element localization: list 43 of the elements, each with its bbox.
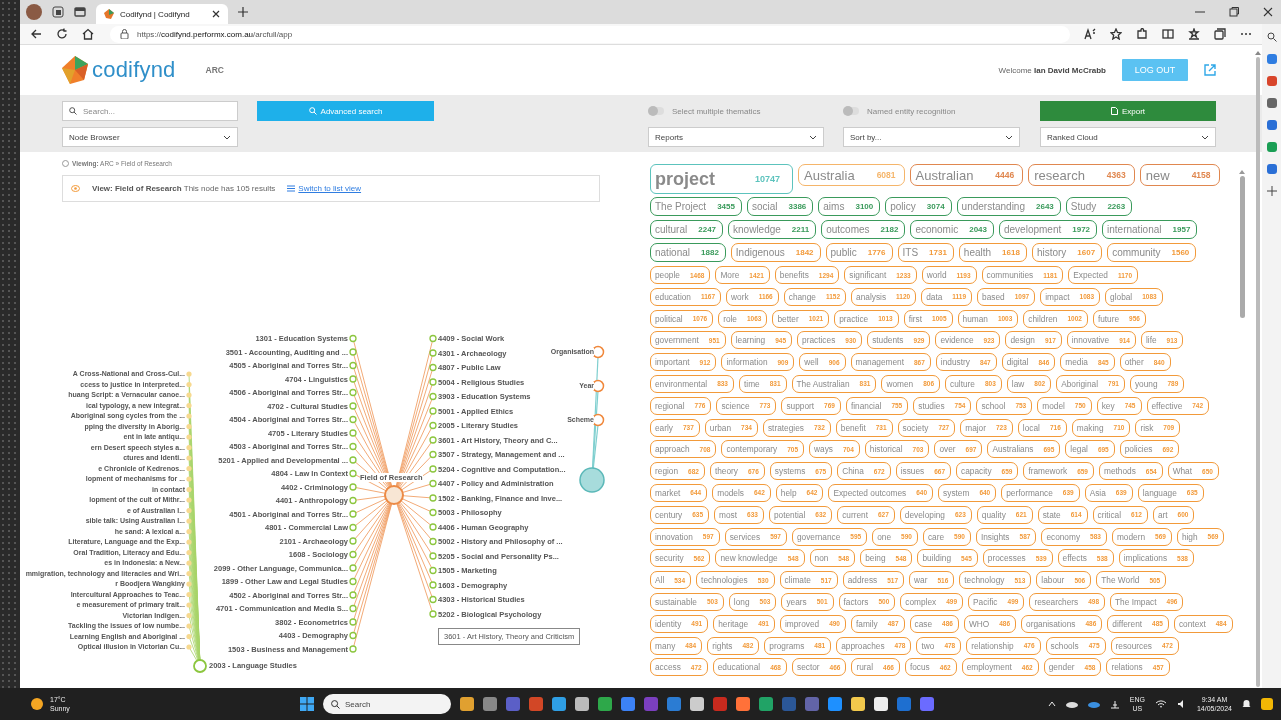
- keyword-tag[interactable]: international 1957: [1102, 220, 1198, 239]
- keyword-tag[interactable]: Australia 6081: [798, 164, 905, 186]
- logo-text: codifynd: [92, 57, 176, 83]
- node-browser-select[interactable]: Node Browser: [62, 127, 238, 147]
- keyword-tag[interactable]: ITS 1731: [897, 243, 954, 262]
- keyword-tag[interactable]: knowledge 2211: [728, 220, 817, 239]
- toggle-label: Named entity recognition: [867, 106, 956, 116]
- keyword-tag[interactable]: project 10747: [650, 164, 794, 194]
- keyword-tag[interactable]: health 1618: [958, 243, 1027, 262]
- logout-button[interactable]: LOG OUT: [1122, 59, 1188, 81]
- keyword-tag[interactable]: economic 2043: [910, 220, 994, 239]
- keyword-tag[interactable]: new 4158: [1139, 164, 1220, 186]
- keyword-tag[interactable]: research 4363: [1028, 164, 1135, 186]
- keyword-tag[interactable]: Australian 4446: [909, 164, 1024, 186]
- keyword-tag[interactable]: history 1607: [1031, 243, 1103, 262]
- welcome-text: Welcome Ian David McCrabb: [998, 65, 1106, 75]
- keyword-tag[interactable]: policy 3074: [885, 197, 952, 216]
- export-button[interactable]: Export: [1040, 101, 1216, 121]
- tab-title: Codifynd | Codifynd: [120, 9, 191, 19]
- view-info-text: View: Field of Research This node has 105 results: [92, 184, 276, 193]
- keyword-tag[interactable]: The Project 3455: [650, 197, 742, 216]
- keyword-tag[interactable]: social 3386: [746, 197, 814, 216]
- view-mode-select[interactable]: Ranked Cloud: [1040, 127, 1216, 147]
- browser-tab[interactable]: Codifynd | Codifynd: [96, 4, 228, 24]
- keyword-tag[interactable]: Study 2263: [1065, 197, 1133, 216]
- keyword-tag[interactable]: public 1776: [825, 243, 893, 262]
- keyword-tag[interactable]: cultural 2247: [650, 220, 724, 239]
- keyword-tag[interactable]: community 1560: [1107, 243, 1197, 262]
- address-field[interactable]: https://codifynd.performx.com.au/arcfull/app: [110, 25, 1070, 43]
- keyword-tag[interactable]: understanding 2643: [956, 197, 1061, 216]
- project-label: ARC: [205, 65, 224, 75]
- keyword-tag[interactable]: national 1882: [650, 243, 726, 262]
- keyword-tag[interactable]: development 1972: [999, 220, 1098, 239]
- keyword-tag[interactable]: aims 3100: [818, 197, 881, 216]
- reports-select[interactable]: Reports: [648, 127, 824, 147]
- keyword-tag[interactable]: outcomes 2182: [821, 220, 906, 239]
- search-field[interactable]: Search...: [62, 101, 238, 121]
- search-field[interactable]: Search: [323, 694, 451, 714]
- sort-select[interactable]: Sort by...: [843, 127, 1020, 147]
- keyword-tag[interactable]: Indigenous 1842: [730, 243, 821, 262]
- advanced-search-button[interactable]: Advanced search: [257, 101, 434, 121]
- switch-to-list-link[interactable]: Switch to list view: [287, 184, 362, 193]
- toggle-label: Select multiple thematics: [672, 106, 761, 116]
